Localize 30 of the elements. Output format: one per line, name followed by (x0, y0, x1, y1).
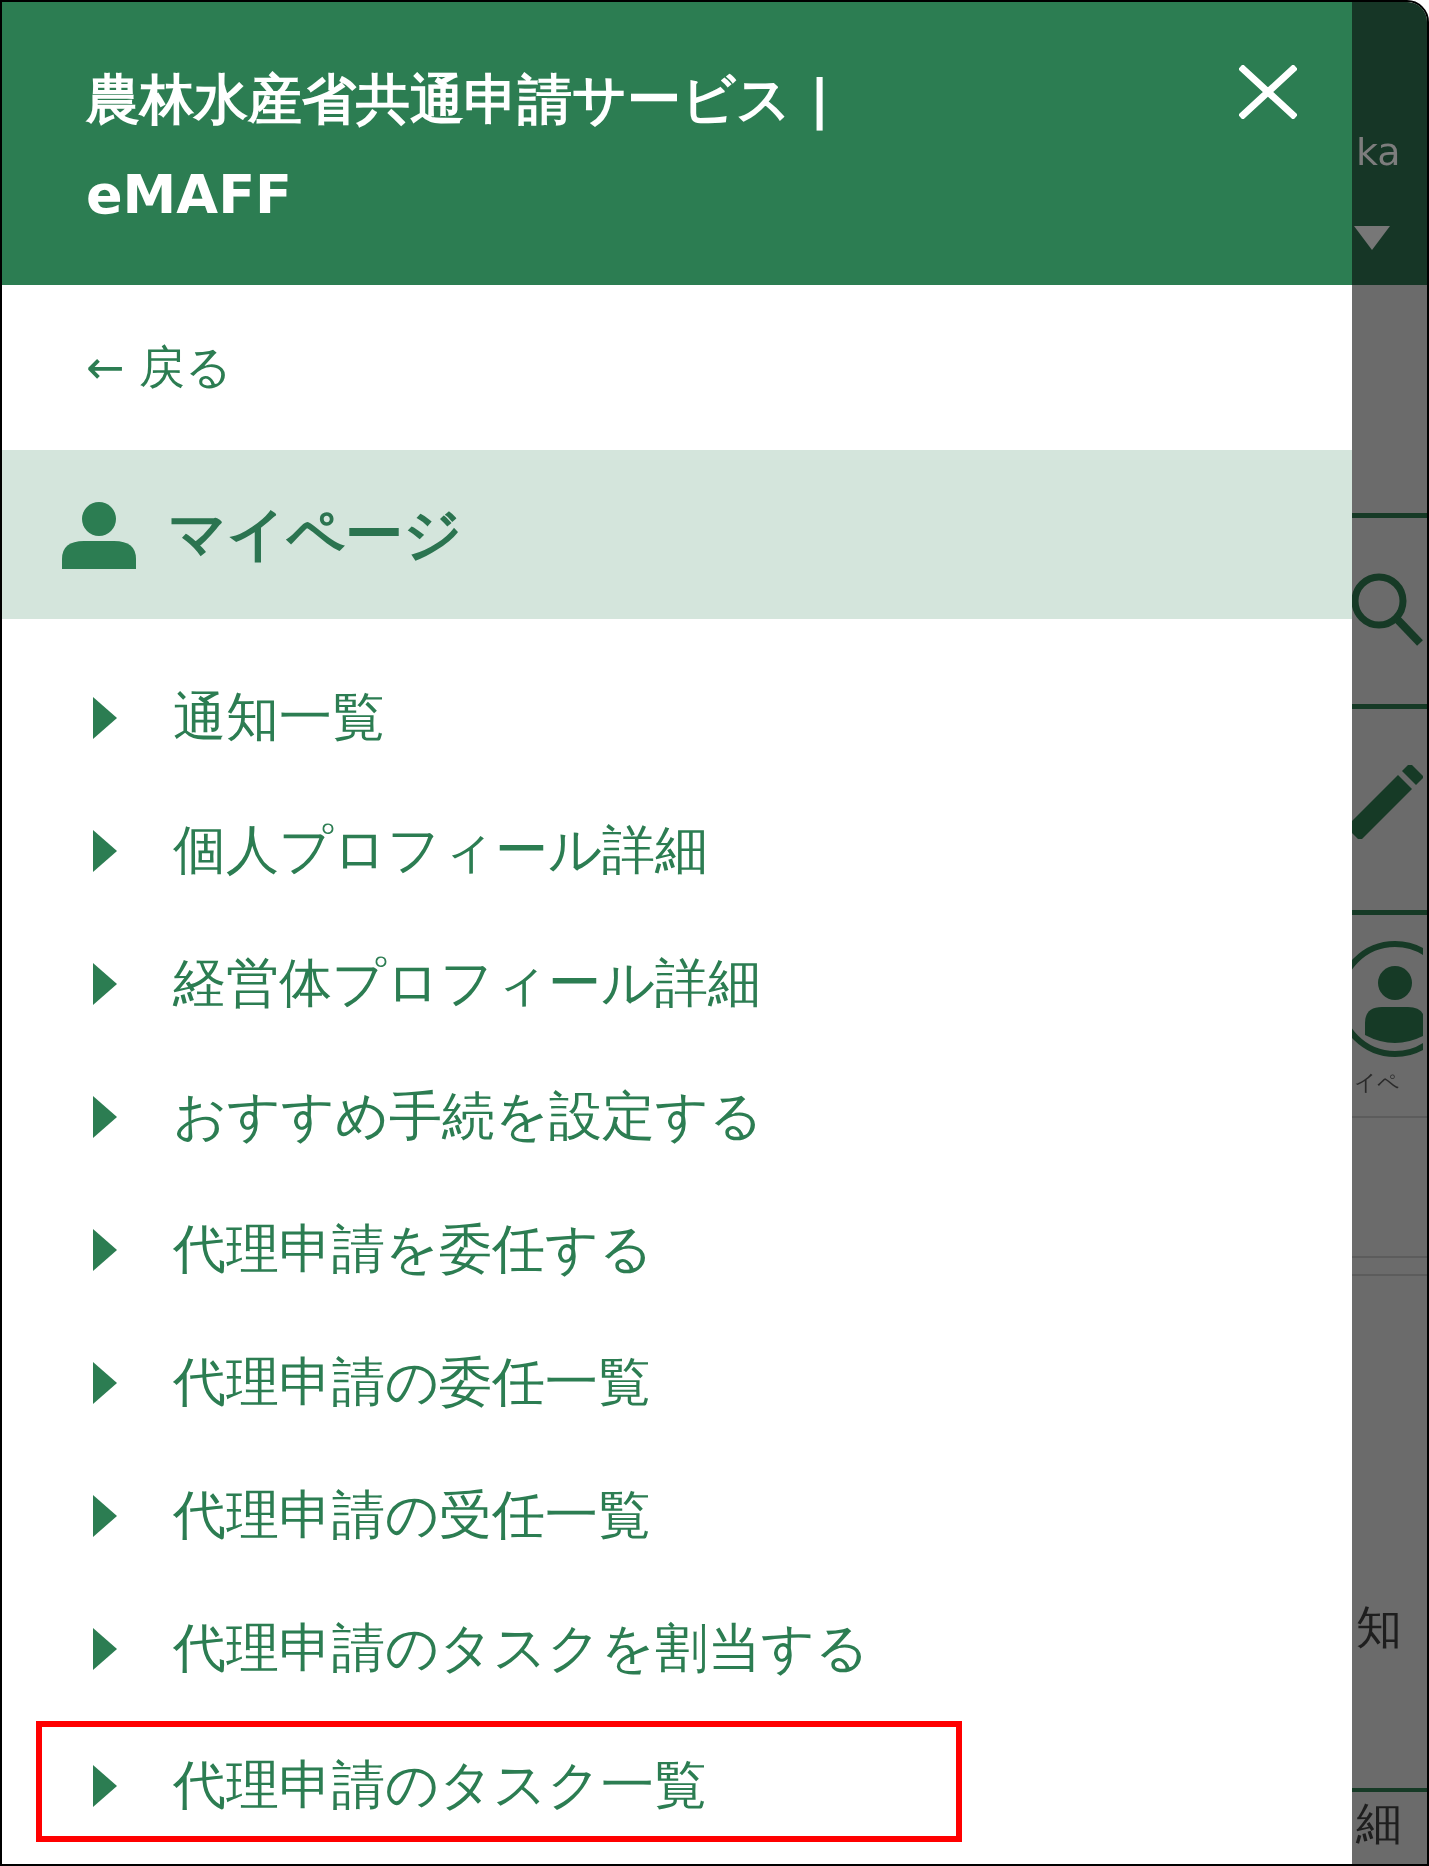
triangle-icon (93, 1228, 117, 1271)
menu-item[interactable]: 代理申請のタスクを割当する (2, 1615, 869, 1682)
drawer-title: 農林水産省共通申請サービス | eMAFF (86, 67, 831, 228)
triangle-icon (93, 1494, 117, 1537)
back-link[interactable]: ← 戻る (86, 339, 233, 396)
menu-item[interactable]: 通知一覧 (2, 684, 385, 751)
person-icon (60, 500, 138, 569)
menu-item[interactable]: 代理申請を委任する (2, 1216, 653, 1283)
close-icon (1239, 65, 1297, 119)
triangle-icon (93, 1627, 117, 1670)
page-text: 知 (1355, 1602, 1402, 1652)
menu-item[interactable]: 代理申請のタスク一覧 (42, 1744, 707, 1819)
close-button[interactable] (1239, 65, 1297, 119)
menu-item[interactable]: 個人プロフィール詳細 (2, 817, 708, 884)
triangle-icon (93, 829, 117, 872)
menu-item[interactable]: 代理申請の受任一覧 (2, 1482, 651, 1549)
header-text: ka (1355, 130, 1401, 174)
pencil-icon (1352, 765, 1423, 839)
nav-label: イペ (1353, 1070, 1400, 1096)
triangle-icon (93, 1361, 117, 1404)
page-text: 細 (1355, 1798, 1402, 1848)
section-title: マイページ (168, 499, 462, 570)
triangle-icon (93, 1095, 117, 1138)
menu-item[interactable]: 代理申請の委任一覧 (2, 1349, 651, 1416)
triangle-icon (93, 1764, 117, 1807)
caret-icon (1354, 226, 1390, 250)
triangle-icon (93, 962, 117, 1005)
menu-item[interactable]: 経営体プロフィール詳細 (2, 950, 761, 1017)
menu-item[interactable]: おすすめ手続を設定する (2, 1083, 763, 1150)
triangle-icon (93, 696, 117, 739)
